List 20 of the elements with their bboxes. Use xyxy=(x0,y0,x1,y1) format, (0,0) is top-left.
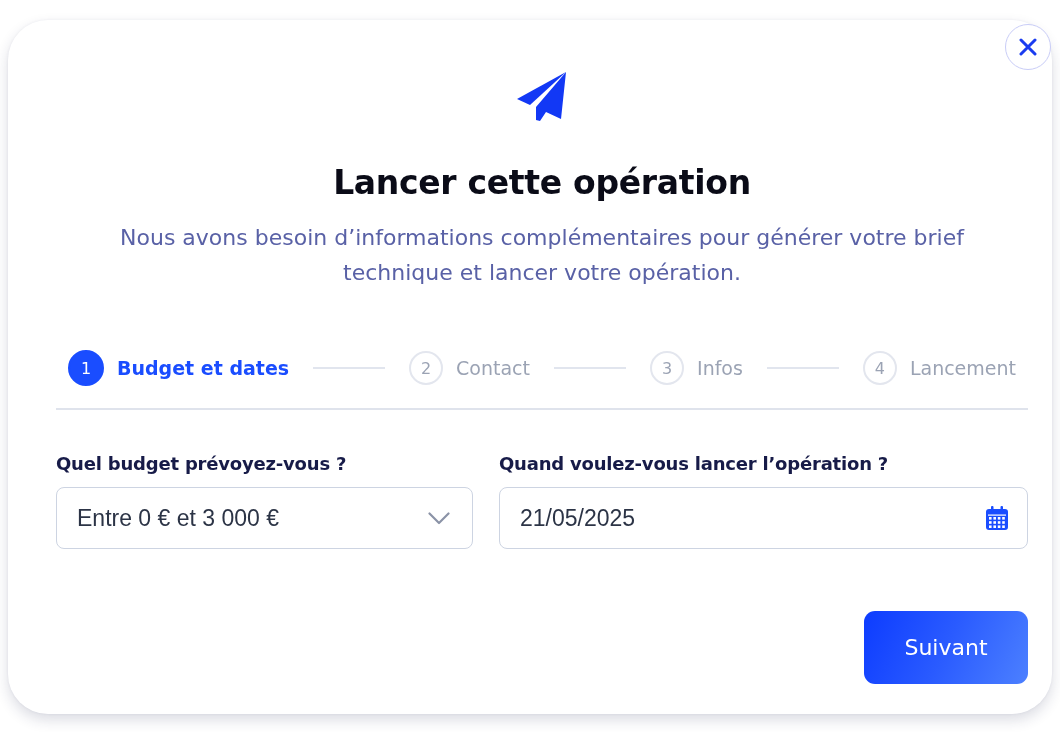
step-label[interactable]: Budget et dates xyxy=(117,357,290,379)
step-label[interactable]: Infos xyxy=(697,357,743,379)
step-number[interactable]: 2 xyxy=(409,351,444,385)
dialog-subtitle: Nous avons besoin d’informations complémentaires pour générer votre brief technique et lancer votre opération. xyxy=(119,224,966,287)
next-button[interactable]: Suivant xyxy=(864,611,1028,684)
field-label: Quel budget prévoyez-vous ? xyxy=(56,453,348,474)
step-number[interactable]: 1 xyxy=(68,350,104,386)
date-field[interactable]: 21/05/2025 xyxy=(499,487,1028,549)
close-icon xyxy=(1019,38,1037,56)
chevron-down-icon xyxy=(428,511,450,525)
step-number[interactable]: 4 xyxy=(862,351,897,385)
calendar-icon xyxy=(986,506,1008,530)
step-label[interactable]: Lancement xyxy=(909,357,1016,379)
budget-select[interactable]: Entre 0 € et 3 000 € xyxy=(56,487,473,549)
dialog-title: Lancer cette opération xyxy=(332,163,752,202)
step-number[interactable]: 3 xyxy=(650,351,685,385)
field-label: Quand voulez-vous lancer l’opération ? xyxy=(499,453,890,474)
paper-plane-icon xyxy=(517,72,567,121)
close-button[interactable] xyxy=(1005,24,1051,70)
step-label[interactable]: Contact xyxy=(456,357,530,379)
